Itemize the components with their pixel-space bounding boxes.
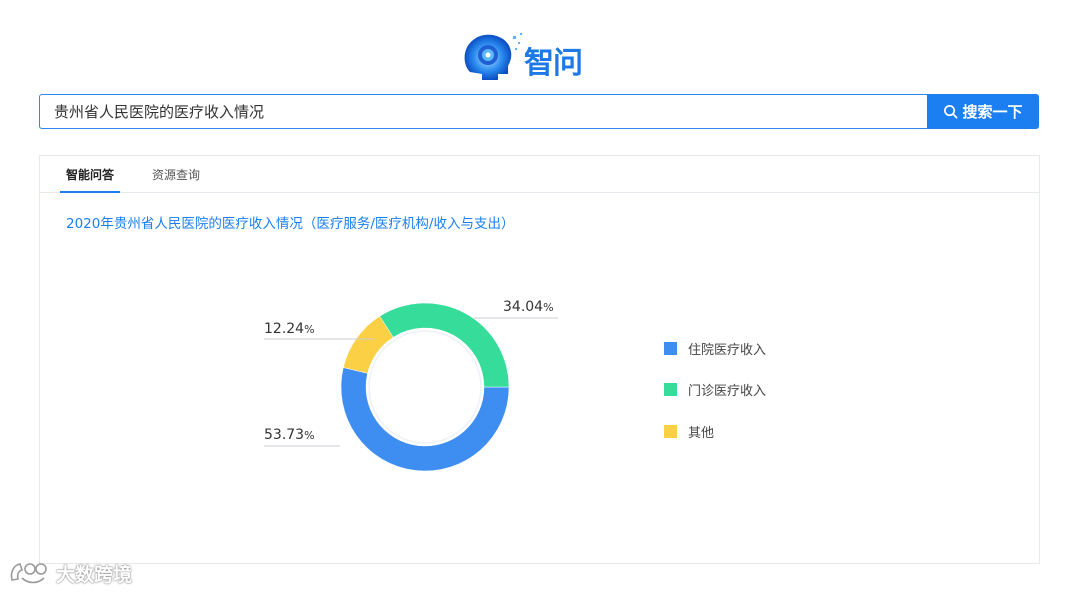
watermark-text: 大数跨境 [56,563,133,586]
legend-label-outpatient: 门诊医疗收入 [688,384,767,399]
search-input[interactable] [39,94,941,129]
slice-outpatient[interactable] [379,302,510,388]
zhiwen-logo: 智问 [458,28,598,88]
result-panel: 智能问答 资源查询 2020年贵州省人民医院的医疗收入情况（医疗服务/医疗机构/… [39,155,1040,564]
legend-swatch-outpatient [664,383,677,396]
search-icon [944,105,958,119]
watermark-logo-icon [10,563,47,584]
search-bar: 搜索一下 [39,94,1040,129]
label-other: 12.24% [264,321,315,337]
donut-inner-ring [368,330,482,444]
legend-label-other: 其他 [688,426,715,441]
donut-chart: 53.73% 34.04% 12.24% [264,299,558,472]
watermark: 大数跨境 [8,558,132,588]
label-inpatient: 53.73% [264,427,315,443]
logo-text: 智问 [524,46,583,81]
legend-swatch-inpatient [664,342,677,355]
legend-label-inpatient: 住院医疗收入 [688,343,767,358]
search-button[interactable]: 搜索一下 [927,94,1039,129]
legend-swatch-other [664,425,677,438]
label-outpatient: 34.04% [503,299,554,315]
search-button-label: 搜索一下 [962,103,1023,121]
